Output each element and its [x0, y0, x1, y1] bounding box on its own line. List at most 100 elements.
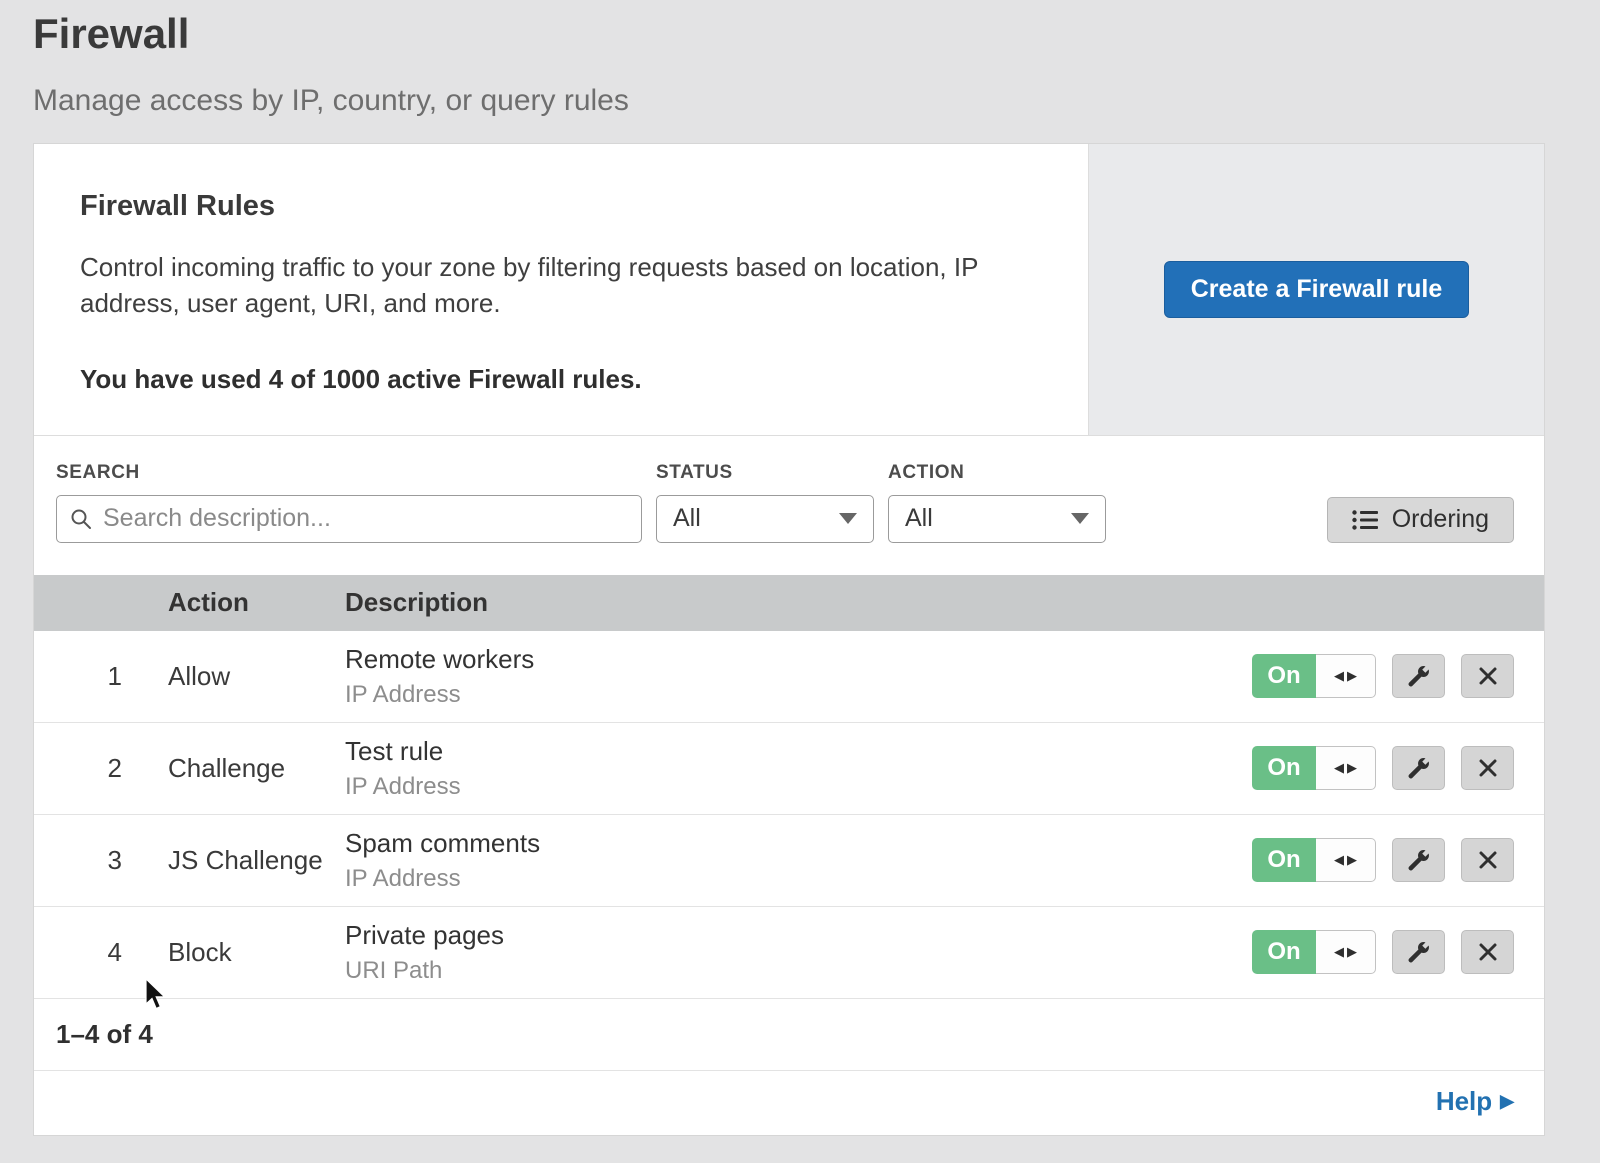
usage-summary: You have used 4 of 1000 active Firewall …: [80, 364, 1042, 395]
help-link[interactable]: Help ▶: [1436, 1086, 1514, 1117]
ordering-button-label: Ordering: [1392, 505, 1489, 534]
rule-toggle-group: On ◀ ▶: [1252, 746, 1376, 790]
rule-toggle-on[interactable]: On: [1252, 838, 1316, 882]
ordering-list-icon: [1352, 509, 1378, 531]
toggle-left-arrow-icon: ◀: [1334, 944, 1344, 960]
rule-controls: On ◀ ▶: [1252, 654, 1544, 698]
rule-description: Remote workers: [345, 644, 1252, 675]
edit-rule-button[interactable]: [1392, 838, 1445, 882]
page-title: Firewall: [33, 10, 1600, 58]
rule-priority: 4: [34, 937, 168, 968]
rule-action: Challenge: [168, 753, 345, 784]
pagination: 1–4 of 4: [34, 999, 1544, 1071]
create-firewall-rule-button[interactable]: Create a Firewall rule: [1164, 261, 1470, 318]
status-selected-value: All: [673, 504, 701, 533]
filters-bar: SEARCH STATUS All ACTION All: [34, 436, 1544, 575]
edit-rule-button[interactable]: [1392, 654, 1445, 698]
rule-toggle-group: On ◀ ▶: [1252, 930, 1376, 974]
help-link-label: Help: [1436, 1086, 1492, 1117]
chevron-down-icon: [839, 513, 857, 524]
action-filter-group: ACTION All: [888, 462, 1106, 543]
rule-toggle-arrows[interactable]: ◀ ▶: [1316, 930, 1376, 974]
rule-description: Test rule: [345, 736, 1252, 767]
rule-priority: 2: [34, 753, 168, 784]
rule-toggle-arrows[interactable]: ◀ ▶: [1316, 746, 1376, 790]
action-label: ACTION: [888, 462, 1106, 484]
card-heading: Firewall Rules: [80, 190, 1042, 223]
search-filter-group: SEARCH: [56, 462, 642, 543]
search-input[interactable]: [103, 504, 629, 533]
toggle-right-arrow-icon: ▶: [1347, 944, 1357, 960]
chevron-down-icon: [1071, 513, 1089, 524]
rule-action: JS Challenge: [168, 845, 345, 876]
rule-toggle-on[interactable]: On: [1252, 746, 1316, 790]
wrench-icon: [1406, 664, 1431, 689]
rule-match-type: IP Address: [345, 773, 1252, 801]
rule-description-cell: Spam comments IP Address: [345, 828, 1252, 893]
wrench-icon: [1406, 756, 1431, 781]
card-description: Control incoming traffic to your zone by…: [80, 249, 1030, 322]
description-column-header: Description: [345, 587, 1544, 618]
table-row: 4 Block Private pages URI Path On ◀ ▶: [34, 907, 1544, 999]
rule-action: Allow: [168, 661, 345, 692]
delete-rule-button[interactable]: [1461, 654, 1514, 698]
rule-toggle-group: On ◀ ▶: [1252, 654, 1376, 698]
rule-description: Private pages: [345, 920, 1252, 951]
status-filter-group: STATUS All: [656, 462, 874, 543]
table-row: 1 Allow Remote workers IP Address On ◀ ▶: [34, 631, 1544, 723]
rule-match-type: IP Address: [345, 865, 1252, 893]
page-subtitle: Manage access by IP, country, or query r…: [33, 84, 1600, 118]
wrench-icon: [1406, 940, 1431, 965]
toggle-left-arrow-icon: ◀: [1334, 760, 1344, 776]
status-label: STATUS: [656, 462, 874, 484]
rule-controls: On ◀ ▶: [1252, 930, 1544, 974]
toggle-left-arrow-icon: ◀: [1334, 668, 1344, 684]
toggle-right-arrow-icon: ▶: [1347, 760, 1357, 776]
close-icon: [1476, 848, 1500, 872]
rule-toggle-group: On ◀ ▶: [1252, 838, 1376, 882]
table-header: Action Description: [34, 575, 1544, 631]
close-icon: [1476, 940, 1500, 964]
search-label: SEARCH: [56, 462, 642, 484]
search-icon: [69, 507, 93, 531]
table-row: 2 Challenge Test rule IP Address On ◀ ▶: [34, 723, 1544, 815]
rule-toggle-arrows[interactable]: ◀ ▶: [1316, 654, 1376, 698]
firewall-rules-card: Firewall Rules Control incoming traffic …: [33, 143, 1545, 1136]
close-icon: [1476, 756, 1500, 780]
status-select[interactable]: All: [656, 495, 874, 543]
rule-description: Spam comments: [345, 828, 1252, 859]
toggle-right-arrow-icon: ▶: [1347, 852, 1357, 868]
help-arrow-icon: ▶: [1500, 1091, 1514, 1112]
action-column-header: Action: [168, 587, 345, 618]
rule-description-cell: Test rule IP Address: [345, 736, 1252, 801]
rule-match-type: IP Address: [345, 681, 1252, 709]
page-header: Firewall Manage access by IP, country, o…: [0, 0, 1600, 118]
rule-action: Block: [168, 937, 345, 968]
delete-rule-button[interactable]: [1461, 746, 1514, 790]
rule-priority: 3: [34, 845, 168, 876]
edit-rule-button[interactable]: [1392, 930, 1445, 974]
help-row: Help ▶: [34, 1071, 1544, 1135]
delete-rule-button[interactable]: [1461, 930, 1514, 974]
delete-rule-button[interactable]: [1461, 838, 1514, 882]
rule-toggle-on[interactable]: On: [1252, 654, 1316, 698]
rule-match-type: URI Path: [345, 957, 1252, 985]
edit-rule-button[interactable]: [1392, 746, 1445, 790]
rule-controls: On ◀ ▶: [1252, 746, 1544, 790]
table-row: 3 JS Challenge Spam comments IP Address …: [34, 815, 1544, 907]
rule-priority: 1: [34, 661, 168, 692]
action-select[interactable]: All: [888, 495, 1106, 543]
action-selected-value: All: [905, 504, 933, 533]
card-action-panel: Create a Firewall rule: [1088, 144, 1544, 435]
toggle-left-arrow-icon: ◀: [1334, 852, 1344, 868]
card-top-section: Firewall Rules Control incoming traffic …: [34, 144, 1544, 436]
rule-toggle-arrows[interactable]: ◀ ▶: [1316, 838, 1376, 882]
rule-description-cell: Private pages URI Path: [345, 920, 1252, 985]
ordering-button[interactable]: Ordering: [1327, 497, 1514, 543]
rule-toggle-on[interactable]: On: [1252, 930, 1316, 974]
search-box[interactable]: [56, 495, 642, 543]
wrench-icon: [1406, 848, 1431, 873]
rule-description-cell: Remote workers IP Address: [345, 644, 1252, 709]
card-intro: Firewall Rules Control incoming traffic …: [34, 144, 1088, 435]
toggle-right-arrow-icon: ▶: [1347, 668, 1357, 684]
